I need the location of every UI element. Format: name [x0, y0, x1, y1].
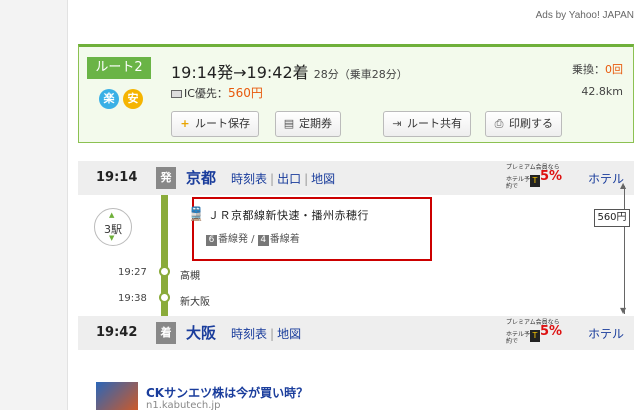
- fare-arrow-up-icon: ▲: [620, 181, 627, 190]
- share-icon: ⇥: [392, 117, 402, 130]
- fare-arrow-down-icon: ▼: [620, 306, 627, 315]
- premium-hotel-ad[interactable]: プレミアム会員なら ホテル予約で T 5%: [506, 319, 574, 347]
- departure-time: 19:14: [96, 170, 138, 185]
- tpoint-icon: T: [530, 175, 540, 187]
- share-route-button[interactable]: ⇥ ルート共有: [383, 111, 471, 137]
- ads-label[interactable]: Ads by Yahoo! JAPAN: [536, 10, 634, 21]
- premium-line2: ホテル予約で: [506, 176, 531, 190]
- expand-down-icon: ▼: [109, 234, 115, 242]
- arr-platform-num: 4: [257, 235, 269, 246]
- intermediate-time: 19:38: [118, 293, 147, 304]
- train-icon: 🚆: [188, 207, 205, 222]
- departure-links: 時刻表 | 出口 | 地図: [231, 172, 336, 186]
- route-times: 19:14発→19:42着 28分（乗車28分）: [171, 59, 408, 83]
- ad-thumbnail[interactable]: [96, 382, 138, 410]
- premium-line2: ホテル予約で: [506, 331, 531, 345]
- premium-percent: 5%: [540, 324, 563, 339]
- commuter-pass-label: 定期券: [299, 117, 332, 130]
- departure-hotel-link[interactable]: ホテル: [588, 170, 624, 187]
- transfer-label: 乗換：: [572, 63, 605, 76]
- arrival-hotel-link[interactable]: ホテル: [588, 325, 624, 342]
- commuter-pass-button[interactable]: ▤ 定期券: [275, 111, 341, 137]
- departure-kind: 発: [156, 167, 176, 189]
- premium-hotel-ad[interactable]: プレミアム会員なら ホテル予約で T 5%: [506, 164, 574, 192]
- arrival-time: 19:42: [96, 325, 138, 340]
- route-duration: 28分（乗車28分）: [313, 68, 408, 81]
- left-gutter: [0, 0, 68, 410]
- departure-map-link[interactable]: 地図: [311, 172, 335, 186]
- transfer-count: 乗換：0回: [572, 61, 623, 77]
- dep-platform-num: 6: [206, 235, 217, 246]
- stop-dot: [159, 292, 170, 303]
- ad-url[interactable]: n1.kabutech.jp: [146, 400, 221, 410]
- ic-card-icon: [171, 90, 182, 98]
- arrival-row: 19:42 着 大阪 時刻表 | 地図 プレミアム会員なら ホテル予約で T 5% …: [78, 316, 634, 350]
- stop-count[interactable]: ▲ 3駅 ▼: [94, 208, 132, 246]
- segment-fare: 560円: [594, 209, 630, 227]
- an-icon: 安: [123, 89, 143, 109]
- tpoint-icon: T: [530, 330, 540, 342]
- premium-percent: 5%: [540, 169, 563, 184]
- departure-exit-link[interactable]: 出口: [277, 172, 301, 186]
- print-button[interactable]: ⎙ 印刷する: [485, 111, 562, 137]
- map-pass-icon: ▤: [283, 117, 295, 130]
- train-info-highlight: 🚆 ＪＲ京都線新快速・播州赤穂行 6 番線発 / 4 番線着: [188, 197, 432, 261]
- departure-station[interactable]: 京都: [186, 167, 216, 188]
- fare-bracket-line: [624, 186, 625, 314]
- share-route-label: ルート共有: [407, 117, 462, 130]
- arrival-kind: 着: [156, 322, 176, 344]
- departure-row: 19:14 発 京都 時刻表 | 出口 | 地図 プレミアム会員なら ホテル予約で T …: [78, 161, 634, 195]
- print-label: 印刷する: [509, 117, 553, 130]
- arr-platform-text: 番線着: [269, 234, 300, 245]
- stop-dot: [159, 266, 170, 277]
- route-badge: ルート2: [87, 57, 151, 79]
- plus-icon: +: [180, 117, 190, 130]
- ic-fare: IC優先：560円: [171, 84, 263, 101]
- intermediate-station: 新大阪: [180, 297, 210, 308]
- dep-arr-times: 19:14発→19:42着: [171, 63, 309, 82]
- train-name: ＪＲ京都線新快速・播州赤穂行: [208, 209, 369, 222]
- ad-title[interactable]: CKサンエツ株は今が買い時？: [146, 384, 308, 401]
- route-summary: ルート2 楽 安 19:14発→19:42着 28分（乗車28分） IC優先：5…: [78, 44, 634, 143]
- transfer-value: 0回: [605, 63, 623, 76]
- intermediate-time: 19:27: [118, 267, 147, 278]
- arrival-timetable-link[interactable]: 時刻表: [231, 327, 267, 341]
- arrival-links: 時刻表 | 地図: [231, 327, 302, 341]
- ic-fare-value: 560円: [227, 86, 263, 100]
- arrival-map-link[interactable]: 地図: [277, 327, 301, 341]
- raku-icon: 楽: [99, 89, 119, 109]
- ic-label: IC優先：: [184, 87, 228, 100]
- save-route-label: ルート保存: [195, 117, 250, 130]
- dep-platform-text: 番線発: [218, 234, 248, 245]
- route-distance: 42.8km: [581, 85, 623, 98]
- platform-info: 6 番線発 / 4 番線着: [206, 230, 300, 246]
- departure-timetable-link[interactable]: 時刻表: [231, 172, 267, 186]
- expand-up-icon: ▲: [109, 211, 115, 219]
- save-route-button[interactable]: + ルート保存: [171, 111, 259, 137]
- print-icon: ⎙: [494, 117, 504, 130]
- intermediate-station: 高槻: [180, 271, 200, 282]
- arrival-station[interactable]: 大阪: [186, 322, 216, 343]
